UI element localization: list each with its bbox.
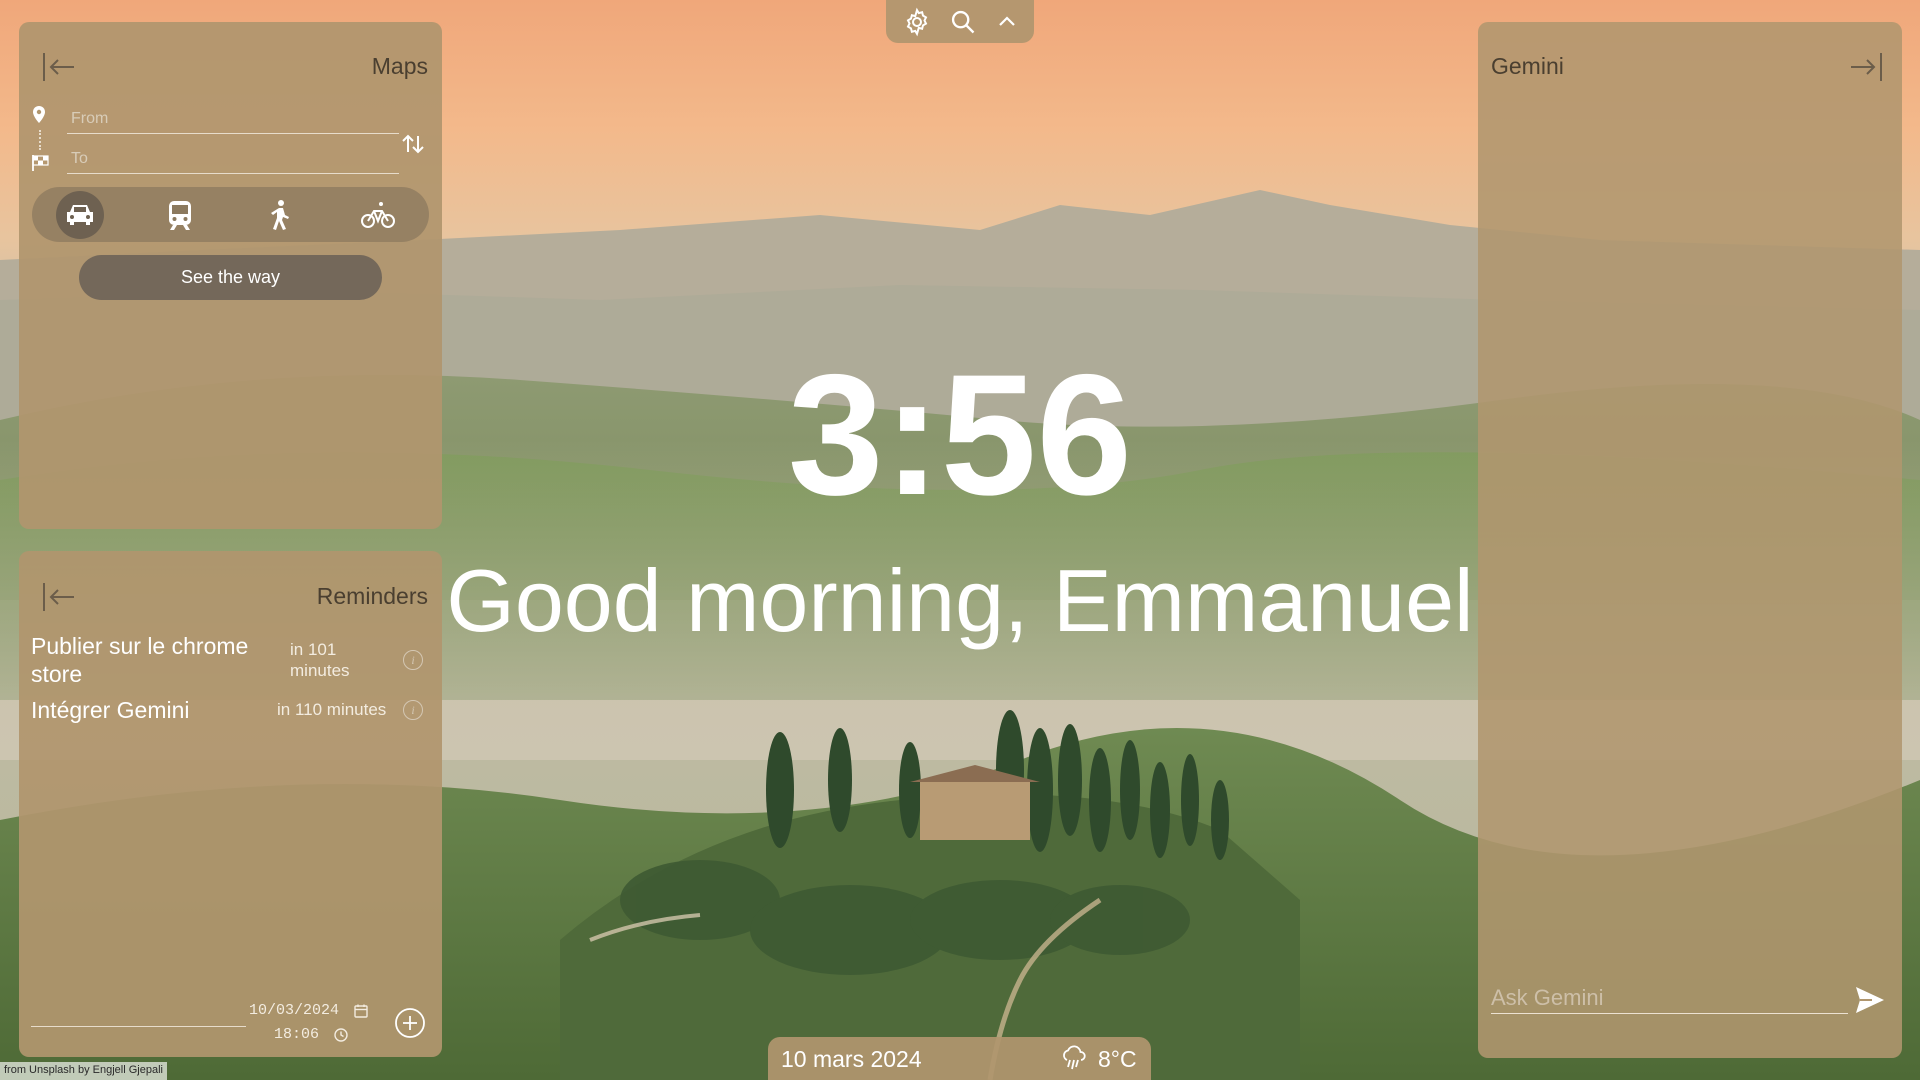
info-icon[interactable]: i: [403, 650, 423, 670]
photo-credit[interactable]: from Unsplash by Engjell Gjepali: [0, 1062, 167, 1080]
ask-gemini-input[interactable]: [1491, 982, 1848, 1014]
reminder-due: in 110 minutes: [277, 700, 387, 719]
route-dots: [39, 130, 41, 150]
walk-icon[interactable]: [255, 191, 303, 239]
maps-panel: Maps From To See the way: [19, 22, 442, 529]
temperature: 8°C: [1098, 1046, 1137, 1072]
reminder-time-value: 18:06: [274, 1026, 320, 1043]
gemini-panel: Gemini: [1478, 22, 1902, 1058]
clock: 3:56: [787, 339, 1133, 531]
reminder-text: Intégrer Gemini: [31, 697, 190, 723]
swap-vertical-icon[interactable]: [397, 128, 429, 160]
travel-mode-bar: [32, 187, 429, 242]
send-icon[interactable]: [1852, 982, 1888, 1018]
top-toolbar: [886, 0, 1034, 43]
reminder-date-value: 10/03/2024: [249, 1002, 340, 1019]
reminder-date-field[interactable]: 10/03/2024: [249, 1002, 369, 1019]
from-input[interactable]: [67, 104, 399, 134]
train-icon[interactable]: [156, 191, 204, 239]
arrow-left-bar-icon[interactable]: [39, 47, 79, 87]
reminder-due: in 101 minutes: [290, 640, 350, 680]
see-the-way-button[interactable]: See the way: [79, 255, 382, 300]
bike-icon[interactable]: [354, 191, 402, 239]
car-icon[interactable]: [56, 191, 104, 239]
reminders-title: Reminders: [316, 583, 428, 609]
maps-title: Maps: [371, 53, 428, 79]
rain-cloud-icon: [1063, 1045, 1086, 1070]
calendar-icon: [354, 1004, 368, 1018]
gear-icon[interactable]: [900, 5, 934, 39]
gemini-title: Gemini: [1491, 53, 1564, 79]
clock-icon: [334, 1027, 348, 1042]
reminder-text: Publier sur le chrome store: [31, 633, 249, 687]
status-bar: 10 mars 2024 8°C: [768, 1037, 1151, 1080]
reminder-item: Publier sur le chrome store in 101 minut…: [31, 632, 431, 692]
current-date: 10 mars 2024: [781, 1046, 922, 1072]
to-input[interactable]: [67, 144, 399, 174]
new-reminder-input[interactable]: [31, 999, 246, 1027]
plus-circle-icon[interactable]: [394, 1007, 426, 1039]
greeting: Good morning, Emmanuel: [446, 551, 1474, 650]
search-icon[interactable]: [946, 5, 980, 39]
info-icon[interactable]: i: [403, 700, 423, 720]
reminder-item: Intégrer Gemini in 110 minutes i: [31, 696, 431, 726]
arrow-left-bar-icon[interactable]: [39, 577, 79, 617]
location-pin-icon: [33, 106, 45, 123]
reminder-time-field[interactable]: 18:06: [274, 1026, 349, 1043]
arrow-right-bar-icon[interactable]: [1846, 47, 1886, 87]
chevron-up-icon[interactable]: [990, 5, 1024, 39]
checkered-flag-icon: [32, 155, 49, 171]
reminders-panel: Reminders Publier sur le chrome store in…: [19, 551, 442, 1057]
